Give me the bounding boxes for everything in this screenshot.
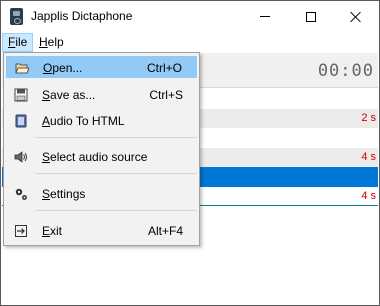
- dictaphone-app-icon: [10, 8, 23, 25]
- menu-separator: [35, 173, 197, 174]
- title-bar[interactable]: Japplis Dictaphone: [1, 1, 379, 32]
- app-window: Japplis Dictaphone File Help 00:00 2 s 4…: [0, 0, 380, 306]
- menu-file-label: ile: [15, 35, 28, 49]
- file-menu-dropdown: Open... Ctrl+O Save as... Ctrl+S Audio T…: [3, 52, 200, 246]
- minimize-button[interactable]: [242, 1, 288, 32]
- menu-item-label: Exit: [42, 224, 63, 238]
- menu-separator: [35, 210, 197, 211]
- recording-duration: 2 s: [361, 112, 376, 124]
- menu-file[interactable]: File: [2, 33, 34, 52]
- menu-item-audio-to-html[interactable]: Audio To HTML: [6, 110, 197, 132]
- menu-separator: [35, 137, 197, 138]
- menu-help[interactable]: Help: [34, 33, 69, 52]
- save-disk-icon: [14, 88, 28, 102]
- minimize-icon: [260, 16, 270, 17]
- menu-item-shortcut: Ctrl+S: [149, 88, 183, 102]
- menu-help-mnemonic: H: [39, 35, 48, 49]
- gears-icon: [15, 188, 27, 200]
- maximize-icon: [306, 11, 316, 22]
- menu-item-label: Settings: [42, 187, 86, 201]
- menu-item-shortcut: Alt+F4: [147, 224, 183, 238]
- menu-help-label: elp: [47, 35, 64, 49]
- folder-open-icon: [15, 63, 29, 74]
- menu-item-select-audio-source[interactable]: Select audio source: [6, 146, 197, 168]
- menu-item-exit[interactable]: Exit Alt+F4: [6, 220, 197, 242]
- menu-bar: File Help: [1, 33, 379, 52]
- exit-icon: [15, 225, 27, 237]
- menu-item-label: Audio To HTML: [42, 114, 125, 128]
- menu-item-settings[interactable]: Settings: [6, 183, 197, 205]
- menu-item-label: Select audio source: [42, 150, 148, 164]
- maximize-button[interactable]: [288, 1, 334, 32]
- menu-item-label: Open...: [43, 61, 83, 75]
- speaker-icon: [14, 151, 27, 163]
- menu-item-open[interactable]: Open... Ctrl+O: [6, 56, 197, 78]
- menu-item-label: Save as...: [42, 88, 96, 102]
- menu-item-shortcut: Ctrl+O: [146, 61, 182, 75]
- recording-duration: 4 s: [361, 151, 376, 163]
- recording-duration: 4 s: [361, 190, 376, 202]
- elapsed-timer: 00:00: [317, 61, 374, 81]
- close-button[interactable]: [333, 1, 379, 32]
- menu-item-save-as[interactable]: Save as... Ctrl+S: [6, 84, 197, 106]
- close-icon: [350, 11, 362, 23]
- window-title: Japplis Dictaphone: [31, 9, 133, 23]
- html-book-icon: [15, 114, 27, 128]
